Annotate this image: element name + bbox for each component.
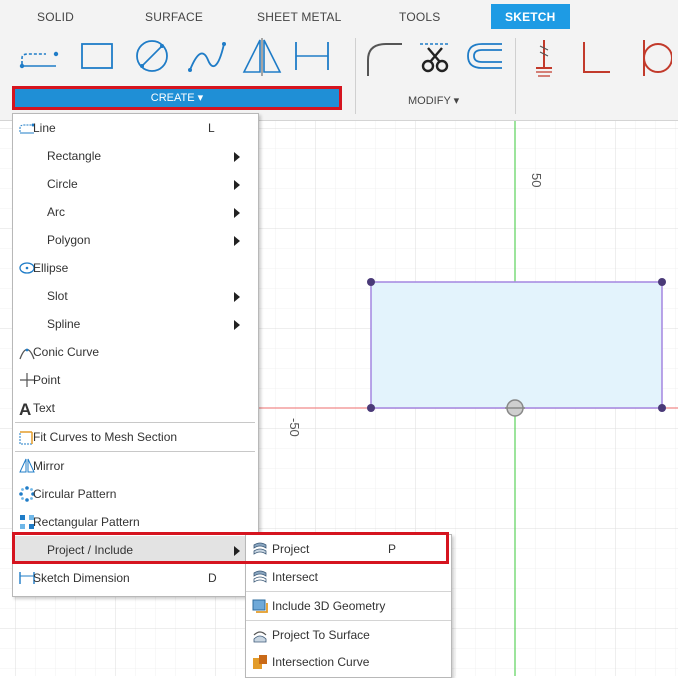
fillet-icon[interactable] [362, 36, 406, 80]
menu-item-rectangle[interactable]: Rectangle [13, 142, 258, 170]
menu-item-polygon[interactable]: Polygon [13, 226, 258, 254]
toolbar-separator [355, 38, 356, 114]
submenu-arrow-icon [234, 152, 240, 162]
submenu-arrow-icon [234, 546, 240, 556]
sketch-rectangle[interactable] [370, 281, 663, 409]
project-to-surface-icon [253, 631, 267, 643]
menu-item-spline[interactable]: Spline [13, 310, 258, 338]
menu-item-label: Sketch Dimension [33, 571, 130, 585]
include-3d-geometry-icon [252, 599, 268, 613]
toolbar-separator [515, 38, 516, 114]
submenu-arrow-icon [234, 180, 240, 190]
tab-surface[interactable]: SURFACE [145, 10, 203, 24]
menu-item-circle[interactable]: Circle [13, 170, 258, 198]
menu-item-label: Mirror [33, 459, 65, 473]
circle-icon[interactable] [130, 36, 174, 80]
svg-text:A: A [19, 400, 31, 416]
menu-item-project-include[interactable]: Project / Include [13, 536, 258, 564]
sketch-point[interactable] [367, 278, 375, 286]
menu-item-text[interactable]: A Text [13, 394, 258, 422]
submenu-item-label: Intersect [272, 570, 319, 584]
mirror-icon[interactable] [240, 36, 284, 80]
menu-item-ellipse[interactable]: Ellipse [13, 254, 258, 282]
menu-item-fit-curves[interactable]: Fit Curves to Mesh Section [13, 423, 258, 451]
menu-item-label: Conic Curve [33, 345, 100, 359]
shortcut-label: D [208, 571, 217, 585]
menu-item-label: Polygon [47, 233, 91, 247]
create-label: CREATE ▾ [150, 92, 204, 104]
constraint-icon[interactable] [522, 36, 566, 80]
menu-item-label: Circle [47, 177, 78, 191]
menu-item-label: Circular Pattern [33, 487, 117, 501]
axis-label-left: -50 [287, 418, 302, 437]
tab-sketch[interactable]: SKETCH [491, 4, 570, 29]
menu-item-point[interactable]: Point [13, 366, 258, 394]
menu-item-line[interactable]: Line L [13, 114, 258, 142]
menu-item-label: Point [33, 373, 61, 387]
menu-item-label: Ellipse [33, 261, 69, 275]
tangent-icon[interactable] [628, 36, 673, 80]
menu-item-slot[interactable]: Slot [13, 282, 258, 310]
modify-dropdown-button[interactable]: MODIFY ▾ [408, 94, 459, 107]
submenu-item-include-3d-geometry[interactable]: Include 3D Geometry [246, 591, 451, 620]
submenu-item-label: Project To Surface [272, 628, 370, 642]
submenu-item-label: Intersection Curve [272, 655, 370, 669]
offset-icon[interactable] [462, 36, 506, 80]
create-menu: Line L Rectangle Circle Arc Polygon Elli… [12, 113, 259, 597]
ribbon-tab-bar: SOLID SURFACE SHEET METAL TOOLS SKETCH [0, 0, 678, 32]
perpendicular-icon[interactable] [572, 36, 616, 80]
tab-tools[interactable]: TOOLS [399, 10, 440, 24]
submenu-arrow-icon [234, 292, 240, 302]
intersection-curve-icon [253, 655, 267, 669]
axis-label-top: 50 [529, 173, 544, 187]
menu-item-label: Rectangle [47, 149, 102, 163]
submenu-item-label: Include 3D Geometry [272, 599, 386, 613]
menu-item-label: Spline [47, 317, 81, 331]
menu-item-circular-pattern[interactable]: Circular Pattern [13, 480, 258, 508]
line-icon[interactable] [18, 36, 62, 80]
submenu-arrow-icon [234, 208, 240, 218]
shortcut-label: L [208, 121, 215, 135]
menu-item-label: Line [33, 121, 56, 135]
menu-item-label: Fit Curves to Mesh Section [33, 430, 178, 444]
submenu-item-project-to-surface[interactable]: Project To Surface [246, 620, 451, 649]
submenu-arrow-icon [234, 320, 240, 330]
menu-item-label: Project / Include [47, 543, 134, 557]
submenu-arrow-icon [234, 236, 240, 246]
submenu-item-project[interactable]: Project P [246, 535, 451, 563]
menu-item-mirror[interactable]: Mirror [13, 452, 258, 480]
project-include-submenu: Project P Intersect Include 3D Geometry … [245, 534, 452, 678]
menu-item-label: Text [33, 401, 56, 415]
sketch-point[interactable] [658, 404, 666, 412]
intersect-icon [253, 570, 267, 583]
submenu-item-intersection-curve[interactable]: Intersection Curve [246, 648, 451, 676]
menu-item-sketch-dimension[interactable]: Sketch Dimension D [13, 564, 258, 592]
submenu-item-label: Project [272, 542, 310, 556]
menu-item-conic-curve[interactable]: Conic Curve [13, 338, 258, 366]
tab-solid[interactable]: SOLID [37, 10, 74, 24]
shortcut-label: P [388, 542, 397, 556]
menu-item-label: Slot [47, 289, 68, 303]
menu-item-label: Arc [47, 205, 65, 219]
menu-item-label: Rectangular Pattern [33, 515, 140, 529]
submenu-item-intersect[interactable]: Intersect [246, 563, 451, 591]
rectangle-icon[interactable] [76, 36, 120, 80]
trim-icon[interactable] [412, 36, 456, 80]
sketch-toolbar: CREATE ▾ MODIFY ▾ [0, 32, 678, 121]
sketch-dimension-icon[interactable] [290, 36, 334, 80]
menu-item-arc[interactable]: Arc [13, 198, 258, 226]
spline-icon[interactable] [186, 36, 230, 80]
sketch-point[interactable] [658, 278, 666, 286]
menu-item-rectangular-pattern[interactable]: Rectangular Pattern [13, 508, 258, 536]
create-dropdown-button[interactable]: CREATE ▾ [12, 86, 342, 110]
project-icon [253, 542, 267, 555]
sketch-point[interactable] [367, 404, 375, 412]
tab-sheet-metal[interactable]: SHEET METAL [257, 10, 341, 24]
